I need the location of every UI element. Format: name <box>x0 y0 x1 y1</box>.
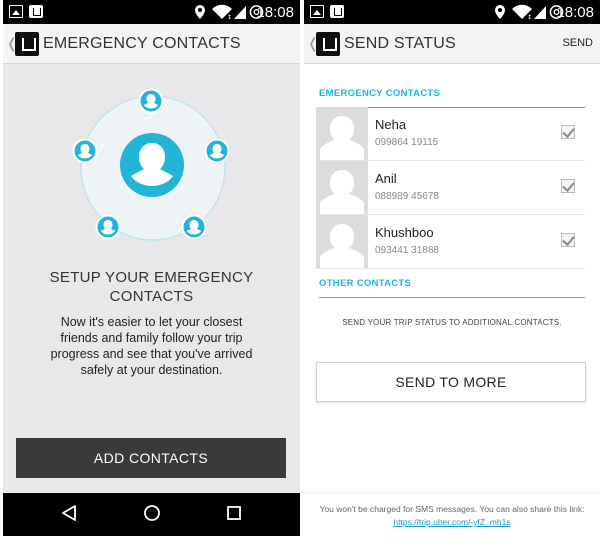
setup-description: Now it's easier to let your closest frie… <box>50 315 253 377</box>
android-nav-bar <box>3 493 300 536</box>
svg-text:↕: ↕ <box>527 14 532 20</box>
signal-icon <box>534 6 546 19</box>
footer-note: You won't be charged for SMS messages. Y… <box>304 492 600 536</box>
person-icon <box>204 138 230 164</box>
person-icon <box>181 214 207 240</box>
contact-name: Anil <box>375 171 397 186</box>
emergency-contacts-header: EMERGENCY CONTACTS <box>319 88 585 108</box>
page-title: SEND STATUS <box>344 35 456 52</box>
nav-recents-icon[interactable] <box>226 504 242 522</box>
status-bar: ↕ 18:08 <box>304 0 600 24</box>
checkbox-icon[interactable] <box>561 233 575 247</box>
contact-row[interactable]: Anil 088989 45678 <box>316 161 585 215</box>
contact-name: Neha <box>375 117 407 132</box>
avatar-placeholder <box>316 215 368 268</box>
contact-row[interactable]: Khushboo 093441 31888 <box>316 215 585 269</box>
contact-phone: 099864 19115 <box>375 137 439 148</box>
contacts-illustration <box>72 88 230 241</box>
avatar-placeholder <box>316 161 368 214</box>
uber-icon <box>330 5 344 18</box>
add-contacts-button[interactable]: ADD CONTACTS <box>16 438 286 478</box>
nav-home-icon[interactable] <box>143 504 161 522</box>
person-icon <box>120 133 184 197</box>
contact-name: Khushboo <box>375 225 434 240</box>
other-contacts-subtitle: SEND YOUR TRIP STATUS TO ADDITIONAL CONT… <box>342 318 562 327</box>
gallery-icon <box>310 5 324 18</box>
contact-phone: 088989 45678 <box>375 191 439 202</box>
trip-share-link[interactable]: https://trip.uber.com/-yfZ_mh1s <box>393 517 510 527</box>
send-to-more-button[interactable]: SEND TO MORE <box>316 362 586 402</box>
send-status-screen: ↕ 18:08 ❬ SEND STATUS SEND EMERGENCY CON… <box>304 0 600 536</box>
person-icon <box>72 138 98 164</box>
uber-logo[interactable] <box>316 32 340 56</box>
other-contacts-header: OTHER CONTACTS <box>319 278 585 298</box>
contact-phone: 093441 31888 <box>375 245 439 256</box>
checkbox-icon[interactable] <box>561 125 575 139</box>
wifi-icon: ↕ <box>512 4 532 20</box>
emergency-contacts-screen: ↕ 18:08 ❬ EMERGENCY CONTACTS SETUP YOUR … <box>3 0 300 536</box>
setup-title: SETUP YOUR EMERGENCY CONTACTS <box>49 269 254 305</box>
person-icon <box>95 214 121 240</box>
send-button[interactable]: SEND <box>562 37 593 49</box>
nav-back-icon[interactable] <box>61 504 77 522</box>
checkbox-icon[interactable] <box>561 179 575 193</box>
app-bar: ❬ SEND STATUS SEND <box>304 24 600 64</box>
location-icon <box>495 5 505 19</box>
avatar-placeholder <box>316 107 368 160</box>
status-time: 18:08 <box>556 4 594 21</box>
contact-row[interactable]: Neha 099864 19115 <box>316 107 585 161</box>
person-icon <box>138 88 164 114</box>
